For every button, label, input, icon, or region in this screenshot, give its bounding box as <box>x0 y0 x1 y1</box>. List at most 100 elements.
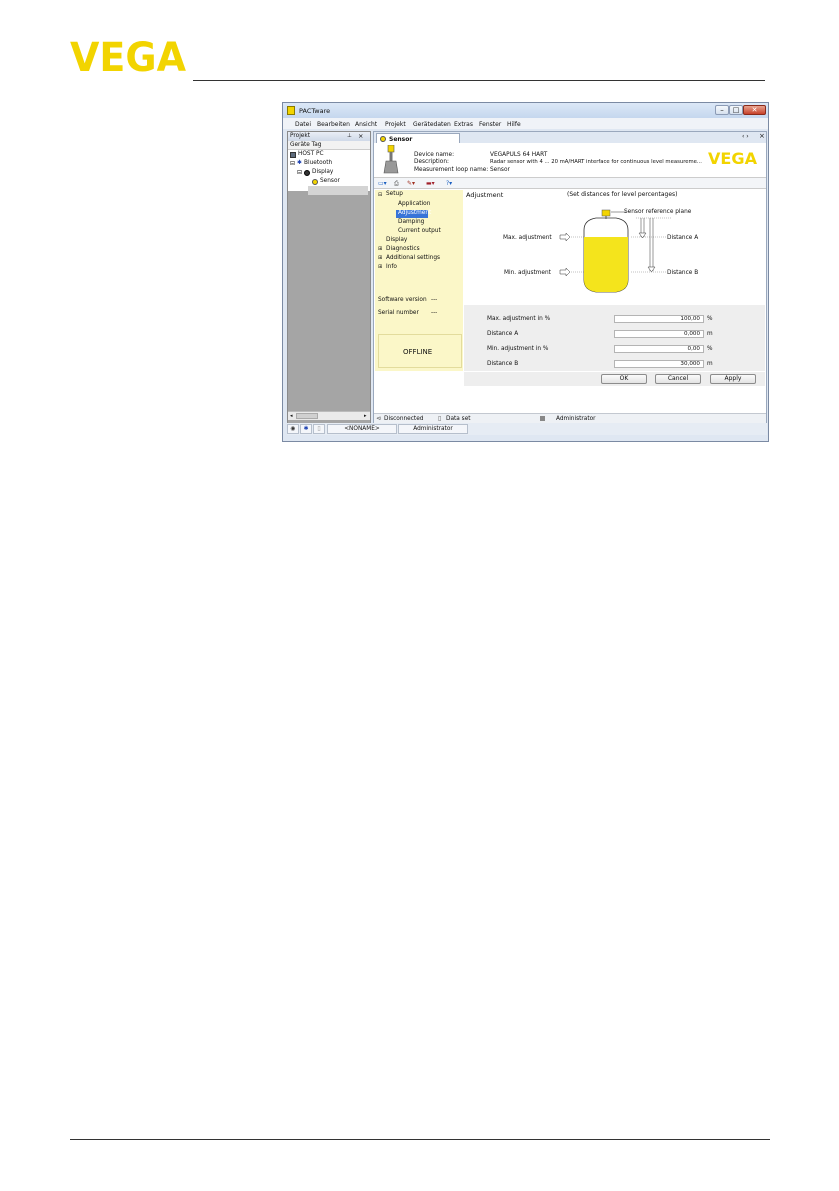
sensor-tab-icon <box>380 136 386 142</box>
adjustment-fields: Max. adjustment in % 100,00 % Distance A… <box>464 305 765 371</box>
sensor-reference-label: Sensor reference plane <box>624 209 692 215</box>
sensor-device-icon <box>383 145 399 174</box>
description-label: Description: <box>414 159 449 165</box>
device-name-label: Device name: <box>414 152 455 158</box>
tree-item-sensor[interactable]: Sensor <box>320 178 340 184</box>
unit-label: m <box>707 331 713 337</box>
navigation-panel: ⊟ Setup Application Adjustment Damping C… <box>375 190 463 371</box>
menu-projekt[interactable]: Projekt <box>385 121 406 128</box>
adjustment-title: Adjustment <box>466 191 504 199</box>
window-title: PACTware <box>299 107 331 115</box>
max-adjustment-percent-field[interactable]: 100,00 <box>614 315 704 323</box>
min-adjustment-percent-field[interactable]: 0,00 <box>614 345 704 353</box>
scroll-left-icon[interactable]: ◂ <box>290 413 293 419</box>
project-name: <NONAME> <box>327 424 397 434</box>
measurement-loop-value: Sensor <box>490 167 510 173</box>
adjustment-content: Adjustment (Set distances for level perc… <box>464 190 765 371</box>
nav-damping[interactable]: Damping <box>398 219 424 225</box>
min-adjustment-label: Min. adjustment <box>504 270 552 276</box>
apply-button[interactable]: Apply <box>710 374 756 384</box>
toolbar: ▭▾ ⎙ ✎▾ ▬▾ ?▾ <box>374 178 766 189</box>
menu-datei[interactable]: Datei <box>295 121 311 128</box>
nav-info[interactable]: Info <box>386 264 397 270</box>
menu-ansicht[interactable]: Ansicht <box>355 121 377 128</box>
pin-icon[interactable]: ⊥ <box>347 133 352 139</box>
ok-button[interactable]: OK <box>601 374 647 384</box>
distance-a-label: Distance A <box>667 235 698 241</box>
disconnected-icon: ⊲ <box>376 415 381 422</box>
tree-item-bluetooth[interactable]: Bluetooth <box>304 160 332 166</box>
app-icon <box>287 106 295 115</box>
status-bar: ◉ ✱ ▯ <NONAME> Administrator <box>287 423 767 435</box>
maximize-button[interactable]: □ <box>729 105 743 115</box>
connection-status-bar: ⊲ Disconnected ▯ Data set Administrator <box>374 413 766 423</box>
device-name-value: VEGAPULS 64 HART <box>490 152 548 158</box>
tank-diagram: Sensor reference plane Distance A Distan… <box>503 209 698 293</box>
software-version-label: Software version <box>378 297 427 303</box>
panel-close-icon[interactable]: × <box>358 132 363 140</box>
tree-item-host-pc[interactable]: HOST PC <box>298 151 324 157</box>
vega-logo: VEGA <box>70 38 186 76</box>
menu-hilfe[interactable]: Hilfe <box>507 121 521 128</box>
horizontal-scrollbar[interactable]: ◂ ▸ <box>288 411 370 420</box>
description-value: Radar sensor with 4 ... 20 mA/HART inter… <box>490 159 702 165</box>
tab-scroll-icon[interactable]: ‹ › <box>742 133 749 140</box>
distance-a-field-label: Distance A <box>487 331 519 337</box>
offline-status: OFFLINE <box>403 348 433 356</box>
serial-number-value: --- <box>431 310 438 316</box>
menu-geraetedaten[interactable]: Gerätedaten <box>413 121 451 128</box>
expand-icon[interactable]: ⊞ <box>378 264 382 270</box>
language-flag-icon[interactable]: ▬▾ <box>426 180 435 187</box>
expand-icon[interactable]: ⊞ <box>378 246 382 252</box>
menu-bar: Datei Bearbeiten Ansicht Projekt Geräted… <box>283 118 768 129</box>
project-panel: Projekt ⊥ × Geräte Tag HOST PC ⊟ ✱ Bluet… <box>287 131 371 428</box>
sensor-on-tank-icon <box>601 209 611 217</box>
connection-status-box: OFFLINE <box>378 334 462 368</box>
menu-extras[interactable]: Extras <box>454 121 473 128</box>
close-button[interactable]: ✕ <box>743 105 766 115</box>
unit-label: % <box>707 346 713 352</box>
window-icon[interactable]: ▭▾ <box>378 180 387 187</box>
nav-display[interactable]: Display <box>386 237 407 243</box>
nav-setup[interactable]: Setup <box>386 191 403 197</box>
distance-b-field-label: Distance B <box>487 361 519 367</box>
disconnect-icon[interactable]: ▯ <box>313 424 325 434</box>
min-arrow-icon <box>559 267 571 277</box>
tree-selection-highlight <box>308 186 368 195</box>
max-adjustment-percent-label: Max. adjustment in % <box>487 316 551 322</box>
nav-diagnostics[interactable]: Diagnostics <box>386 246 420 252</box>
tab-sensor-parametrierung[interactable]: Sensor Parametrierung <box>376 133 460 150</box>
nav-application[interactable]: Application <box>398 201 430 207</box>
distance-b-label: Distance B <box>667 270 698 276</box>
distance-a-field[interactable]: 0,000 <box>614 330 704 338</box>
bluetooth-icon[interactable]: ✱ <box>300 424 312 434</box>
help-icon[interactable]: ?▾ <box>446 180 452 187</box>
software-version-value: --- <box>431 297 438 303</box>
expand-icon[interactable]: ⊞ <box>378 255 382 261</box>
menu-bearbeiten[interactable]: Bearbeiten <box>317 121 350 128</box>
scroll-right-icon[interactable]: ▸ <box>364 413 367 419</box>
tree-expand-icon[interactable]: ⊟ <box>290 160 295 167</box>
eye-icon[interactable]: ◉ <box>287 424 299 434</box>
unit-label: m <box>707 361 713 367</box>
print-icon[interactable]: ⎙ <box>394 180 399 188</box>
svg-text:VEGA: VEGA <box>708 150 758 166</box>
tree-column-header[interactable]: Geräte Tag <box>288 141 370 150</box>
nav-adjustment[interactable]: Adjustment <box>398 210 431 216</box>
distance-b-field[interactable]: 30,000 <box>614 360 704 368</box>
nav-additional-settings[interactable]: Additional settings <box>386 255 440 261</box>
tab-close-icon[interactable]: × <box>759 132 765 140</box>
scroll-thumb[interactable] <box>296 413 318 419</box>
current-user: Administrator <box>398 424 468 434</box>
nav-current-output[interactable]: Current output <box>398 228 441 234</box>
minimize-button[interactable]: – <box>715 105 729 115</box>
menu-fenster[interactable]: Fenster <box>479 121 501 128</box>
tree-item-display[interactable]: Display <box>312 169 333 175</box>
adjustment-subtitle: (Set distances for level percentages) <box>567 191 678 198</box>
tools-icon[interactable]: ✎▾ <box>407 180 415 187</box>
expand-icon[interactable]: ⊟ <box>378 192 382 198</box>
device-info: Device name: VEGAPULS 64 HART Descriptio… <box>374 143 766 178</box>
cancel-button[interactable]: Cancel <box>655 374 701 384</box>
title-bar[interactable]: PACTware – □ ✕ <box>283 103 768 118</box>
tree-expand-icon[interactable]: ⊟ <box>297 169 302 176</box>
